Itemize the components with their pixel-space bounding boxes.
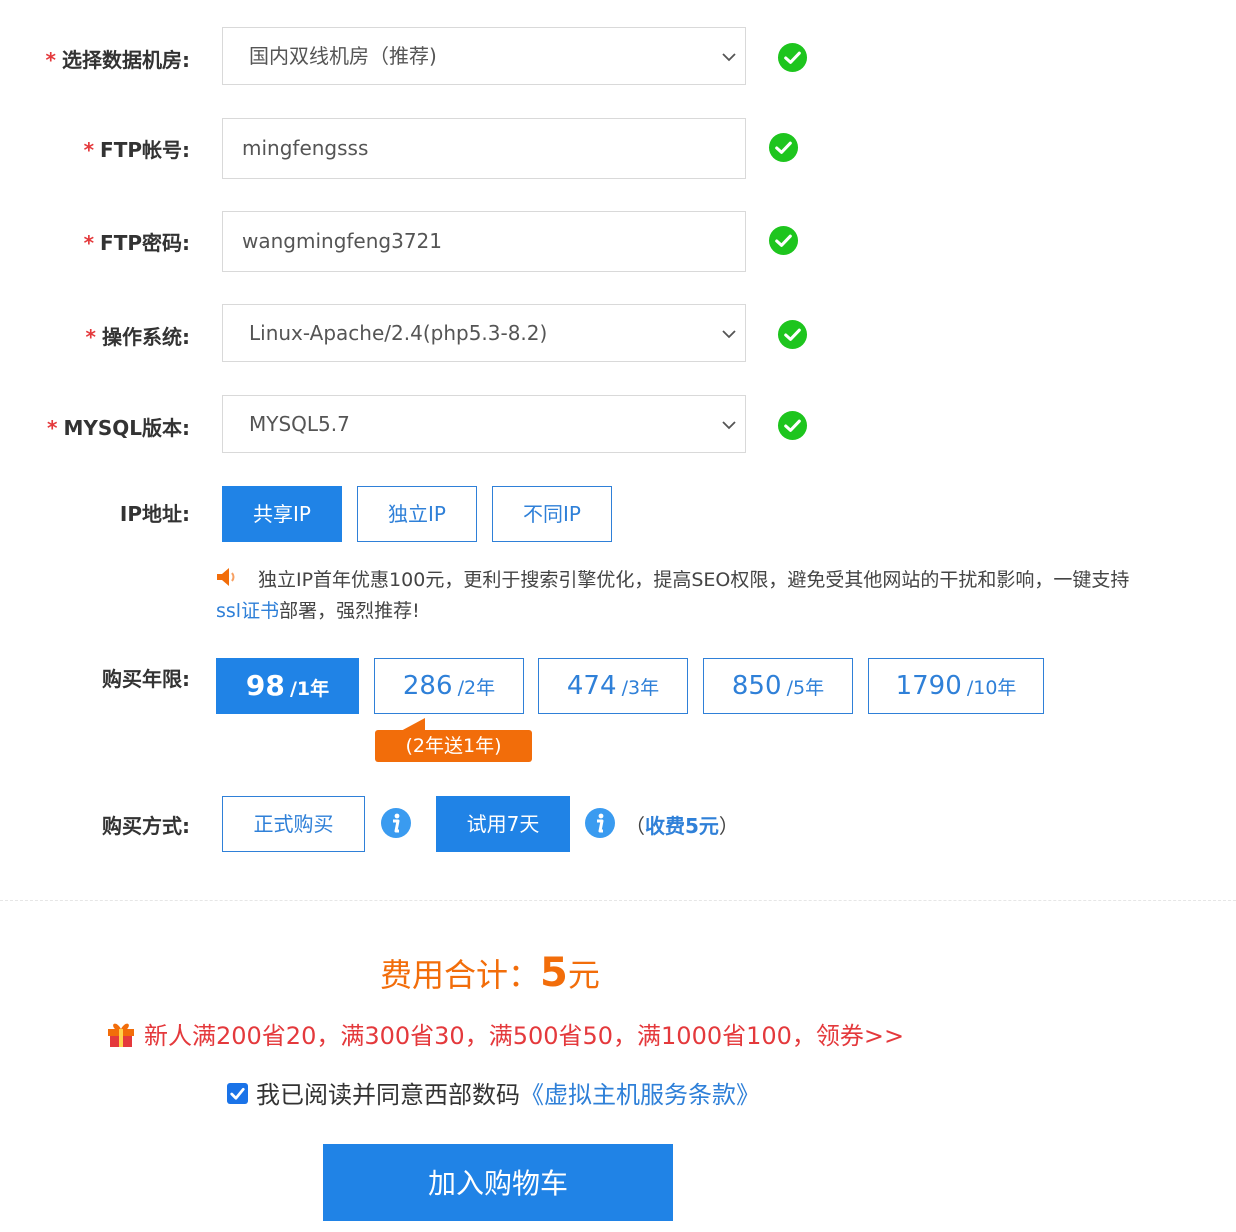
check-circle-icon <box>777 410 808 441</box>
info-icon[interactable] <box>380 807 412 839</box>
years-label: 购买年限: <box>102 667 190 691</box>
chevron-down-icon <box>722 421 736 430</box>
check-circle-icon <box>777 319 808 350</box>
mysql-select[interactable]: MYSQL5.7 <box>222 395 746 453</box>
gift-icon <box>108 1023 134 1047</box>
ip-option-different[interactable]: 不同IP <box>492 486 612 542</box>
year-option-3[interactable]: 474 /3年 <box>538 658 688 714</box>
trial-button[interactable]: 试用7天 <box>436 796 570 852</box>
year-option-1[interactable]: 98 /1年 <box>216 658 359 714</box>
year-option-5[interactable]: 850 /5年 <box>703 658 853 714</box>
trial-fee-note: （收费5元） <box>625 814 739 838</box>
formal-purchase-button[interactable]: 正式购买 <box>222 796 365 852</box>
speaker-icon <box>217 568 235 586</box>
chevron-down-icon <box>722 53 736 62</box>
ip-label: IP地址: <box>119 502 190 526</box>
agree-text: 我已阅读并同意西部数码《虚拟主机服务条款》 <box>256 1081 760 1109</box>
section-divider <box>0 900 1236 901</box>
ftp-account-label: * FTP帐号: <box>83 138 190 162</box>
info-icon[interactable] <box>584 807 616 839</box>
ftp-password-input[interactable]: wangmingfeng3721 <box>222 211 746 272</box>
agree-checkbox[interactable] <box>227 1083 248 1104</box>
ip-notice: 独立IP首年优惠100元，更利于搜索引擎优化，提高SEO权限，避免受其他网站的干… <box>258 569 1130 591</box>
ftp-password-label: * FTP密码: <box>83 231 190 255</box>
method-label: 购买方式: <box>102 814 190 838</box>
total-cost: 费用合计：5元 <box>380 950 600 996</box>
datacenter-label: * 选择数据机房: <box>45 48 190 72</box>
ip-notice-cont: ssl证书部署，强烈推荐! <box>216 600 420 622</box>
promo-coupon-link[interactable]: 新人满200省20，满300省30，满500省50，满1000省100，领券>> <box>144 1016 904 1051</box>
ip-option-shared[interactable]: 共享IP <box>222 486 342 542</box>
datacenter-select[interactable]: 国内双线机房（推荐) <box>222 27 746 85</box>
ftp-account-input[interactable]: mingfengsss <box>222 118 746 179</box>
ip-option-dedicated[interactable]: 独立IP <box>357 486 477 542</box>
terms-link[interactable]: 《虚拟主机服务条款》 <box>520 1081 760 1109</box>
check-circle-icon <box>768 225 799 256</box>
check-circle-icon <box>768 132 799 163</box>
os-select[interactable]: Linux-Apache/2.4(php5.3-8.2) <box>222 304 746 362</box>
year-option-2[interactable]: 286 /2年 <box>374 658 524 714</box>
check-circle-icon <box>777 42 808 73</box>
add-to-cart-button[interactable]: 加入购物车 <box>323 1144 673 1221</box>
year-option-10[interactable]: 1790 /10年 <box>868 658 1044 714</box>
chevron-down-icon <box>722 330 736 339</box>
mysql-label: * MYSQL版本: <box>46 416 190 440</box>
ssl-cert-link[interactable]: ssl证书 <box>216 600 279 622</box>
os-label: * 操作系统: <box>85 325 190 349</box>
checkmark-icon <box>230 1087 245 1100</box>
promo-tag: (2年送1年) <box>375 730 532 762</box>
